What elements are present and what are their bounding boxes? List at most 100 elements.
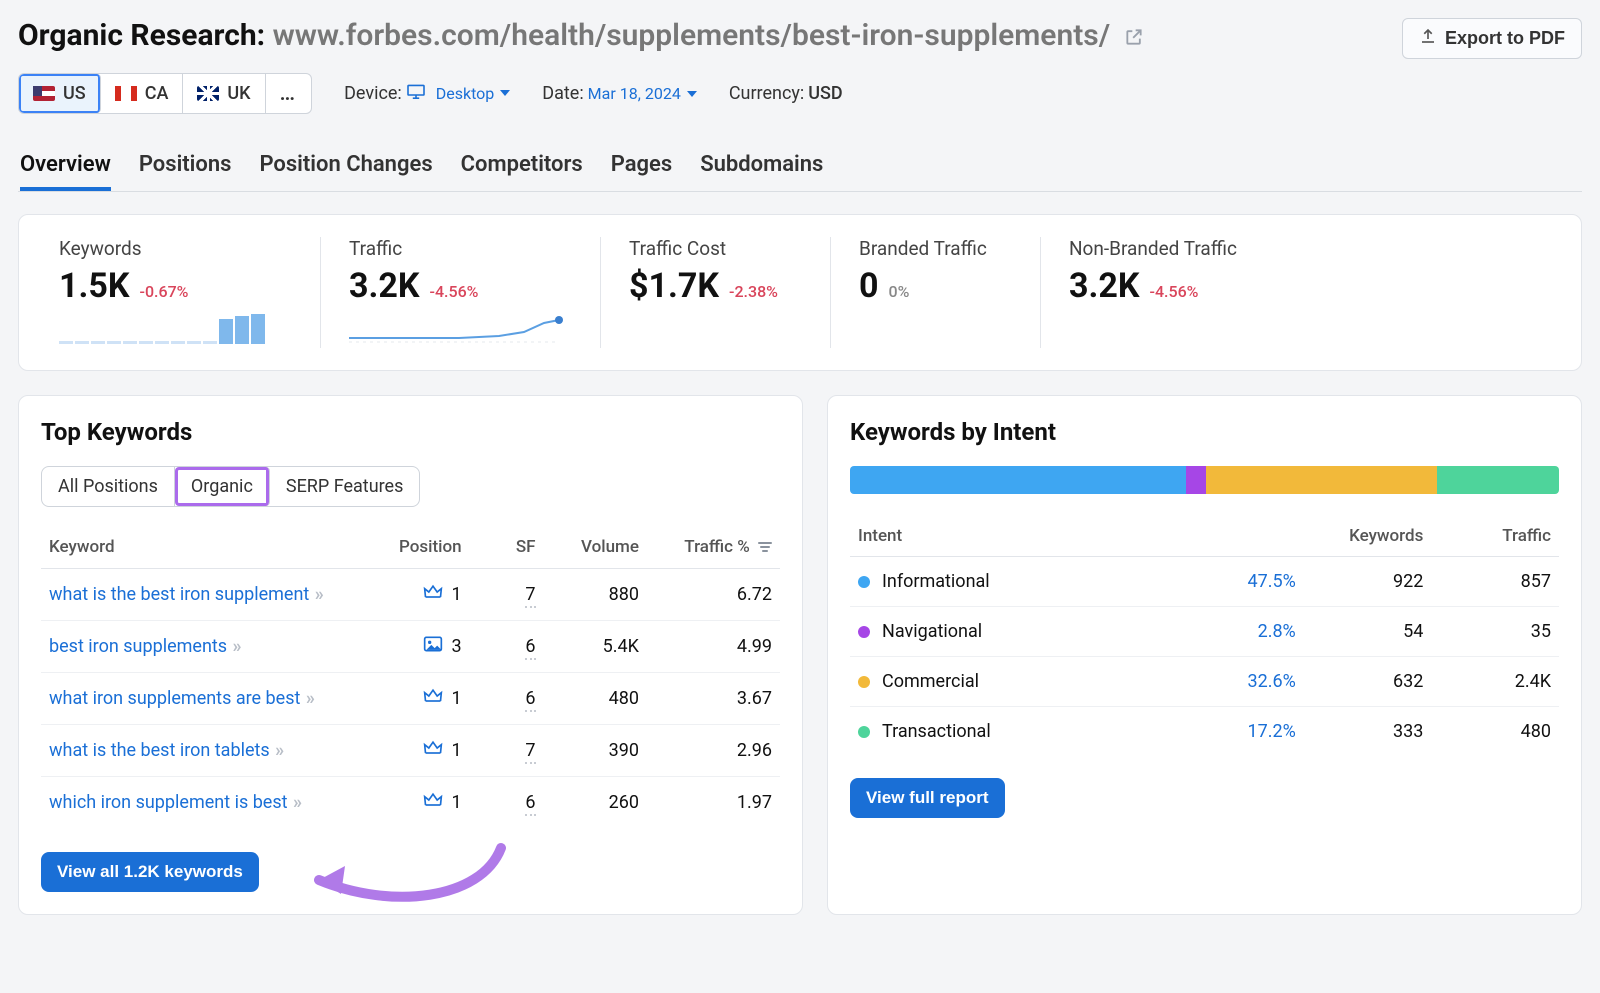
traffic-pct-value: 2.96 [647,724,780,776]
tab-competitors[interactable]: Competitors [461,146,583,191]
country-tab-us[interactable]: US [19,74,101,113]
position-value: 1 [451,688,461,709]
view-full-report-button[interactable]: View full report [850,778,1005,818]
traffic-pct-value: 1.97 [647,776,780,828]
stat-value-nonbranded: 3.2K [1069,266,1140,306]
date-selector[interactable]: Date: Mar 18, 2024 [542,83,697,104]
col-keyword[interactable]: Keyword [41,527,366,568]
intent-bar-segment[interactable] [850,466,1186,494]
currency-display: Currency: USD [729,83,843,104]
date-value: Mar 18, 2024 [588,84,681,103]
stat-change: -0.67% [140,282,189,301]
col-position[interactable]: Position [366,527,469,568]
intent-percent[interactable]: 2.8% [1258,621,1296,642]
table-row: what is the best iron tablets » 1 7 3902.96 [41,724,780,776]
stat-label: Keywords [59,237,292,260]
country-label: CA [145,83,169,104]
table-row: best iron supplements »365.4K4.99 [41,620,780,672]
position-value: 3 [451,636,461,657]
keyword-link[interactable]: what is the best iron supplement [49,584,309,605]
volume-value: 880 [544,568,647,620]
stat-value-traffic: 3.2K [349,266,420,306]
sf-value[interactable]: 7 [525,740,535,764]
device-selector[interactable]: Device: Desktop [344,83,510,104]
stat-change: -4.56% [430,282,479,301]
position-value: 1 [451,792,461,813]
tab-subdomains[interactable]: Subdomains [700,146,823,191]
date-label: Date: [542,83,583,104]
external-link-icon[interactable] [1124,20,1144,55]
position-value: 1 [451,740,461,761]
keyword-link[interactable]: what iron supplements are best [49,688,300,709]
col-intent[interactable]: Intent [850,516,1176,557]
country-tab-more[interactable]: … [266,74,312,113]
sf-value[interactable]: 6 [525,688,535,712]
tab-overview[interactable]: Overview [20,146,111,191]
country-tab-uk[interactable]: UK [183,74,265,113]
tab-pages[interactable]: Pages [611,146,672,191]
intent-bar-segment[interactable] [1206,466,1437,494]
volume-value: 390 [544,724,647,776]
image-icon [423,635,443,658]
intent-keywords: 922 [1304,557,1432,607]
stats-card: Keywords 1.5K -0.67% Traffic 3.2K -4.56%… [18,214,1582,371]
col-traffic[interactable]: Traffic [1431,516,1559,557]
keyword-link[interactable]: best iron supplements [49,636,227,657]
stat-change: -4.56% [1150,282,1199,301]
flag-uk-icon [197,86,219,101]
country-selector: US CA UK … [18,73,312,114]
col-volume[interactable]: Volume [544,527,647,568]
intent-name: Commercial [882,671,979,692]
stat-label: Branded Traffic [859,237,1012,260]
intent-bar-segment[interactable] [1437,466,1559,494]
export-to-pdf-button[interactable]: Export to PDF [1402,18,1582,59]
chevrons-icon: » [231,636,238,657]
stat-label: Traffic Cost [629,237,802,260]
sf-value[interactable]: 7 [525,584,535,608]
intent-percent[interactable]: 17.2% [1247,721,1295,742]
sf-value[interactable]: 6 [525,636,535,660]
table-row: Transactional17.2%333480 [850,707,1559,757]
stat-change: -2.38% [729,282,778,301]
currency-value: USD [808,83,842,104]
keyword-link[interactable]: what is the best iron tablets [49,740,270,761]
col-keywords[interactable]: Keywords [1304,516,1432,557]
subtab-serp-features[interactable]: SERP Features [270,467,420,506]
table-row: which iron supplement is best »162601.97 [41,776,780,828]
sf-value[interactable]: 6 [525,792,535,816]
intent-name: Informational [882,571,990,592]
intent-percent[interactable]: 32.6% [1247,671,1295,692]
keyword-link[interactable]: which iron supplement is best [49,792,288,813]
col-sf[interactable]: SF [470,527,544,568]
subtab-organic[interactable]: Organic [175,467,270,506]
country-tab-ca[interactable]: CA [101,74,184,113]
subtab-all-positions[interactable]: All Positions [42,467,175,506]
chevrons-icon: » [274,740,281,761]
col-traffic-pct[interactable]: Traffic % [647,527,780,568]
table-row: Navigational2.8%5435 [850,607,1559,657]
tab-position-changes[interactable]: Position Changes [259,146,432,191]
chevrons-icon: » [313,584,320,605]
intent-dot-icon [858,676,870,688]
intent-traffic: 35 [1431,607,1559,657]
intent-dot-icon [858,576,870,588]
stat-value-traffic-cost: $1.7K [629,266,719,306]
device-label: Device: [344,83,402,104]
top-keywords-panel: Top Keywords All Positions Organic SERP … [18,395,803,915]
intent-dot-icon [858,726,870,738]
intent-traffic: 480 [1431,707,1559,757]
tab-positions[interactable]: Positions [139,146,232,191]
intent-name: Navigational [882,621,982,642]
table-row: what iron supplements are best »164803.6… [41,672,780,724]
more-icon: … [280,81,298,106]
page-title: Organic Research: www.forbes.com/health/… [18,18,1144,55]
intent-name: Transactional [882,721,991,742]
currency-label: Currency: [729,83,804,104]
intent-percent[interactable]: 47.5% [1247,571,1295,592]
title-prefix: Organic Research: [18,18,273,53]
intent-bar-segment[interactable] [1186,466,1206,494]
view-all-keywords-button[interactable]: View all 1.2K keywords [41,852,259,892]
desktop-icon [406,83,426,103]
chevron-down-icon [500,90,510,96]
traffic-pct-value: 6.72 [647,568,780,620]
